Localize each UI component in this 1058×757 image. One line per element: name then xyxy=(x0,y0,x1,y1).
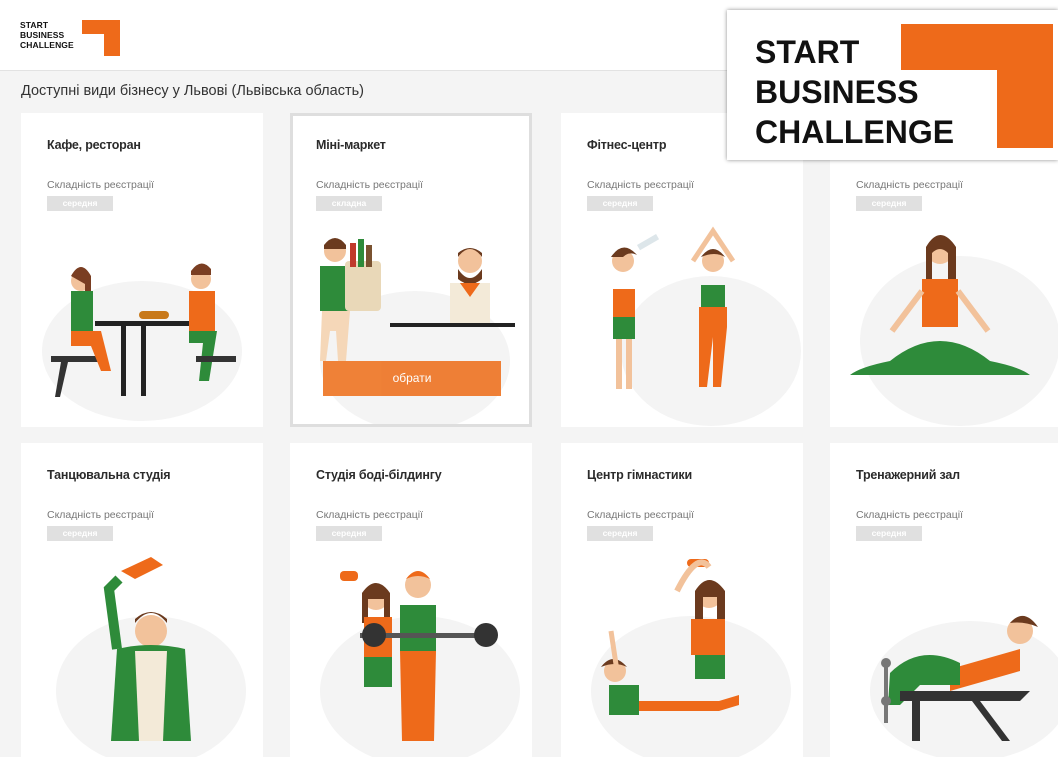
card-difficulty-label: Складність реєстрації xyxy=(316,509,424,521)
card-difficulty-label: Складність реєстрації xyxy=(587,179,695,191)
card-difficulty-label: Складність реєстрації xyxy=(587,509,695,521)
difficulty-badge: середня xyxy=(47,526,113,541)
card-title: Центр гімнастики xyxy=(587,468,692,482)
card-difficulty-label: Складність реєстрації xyxy=(856,179,964,191)
card-title: Студія боді-білдингу xyxy=(316,468,442,482)
overlay-logo: START BUSINESS CHALLENGE xyxy=(727,10,1058,160)
difficulty-badge: середня xyxy=(47,196,113,211)
card-title: Міні-маркет xyxy=(316,138,386,152)
choose-button[interactable]: обрати xyxy=(323,361,501,396)
dancer-hat-icon xyxy=(56,557,246,757)
page-title: Доступні види бізнесу у Львові (Львівськ… xyxy=(21,83,364,99)
card-title: Тренажерний зал xyxy=(856,468,960,482)
business-card-gymnastics[interactable]: Центр гімнастики Складність реєстрації с… xyxy=(561,443,803,757)
card-difficulty-label: Складність реєстрації xyxy=(856,509,964,521)
business-card-gym[interactable]: Тренажерний зал Складність реєстрації се… xyxy=(830,443,1058,757)
yoga-woman-icon xyxy=(850,235,1058,426)
bench-workout-icon xyxy=(870,615,1058,757)
difficulty-badge: середня xyxy=(856,526,922,541)
cafe-couple-icon xyxy=(42,263,242,421)
difficulty-badge: середня xyxy=(587,196,653,211)
logo-mark-icon xyxy=(82,20,120,56)
difficulty-badge: середня xyxy=(856,196,922,211)
business-card-dance[interactable]: Танцювальна студія Складність реєстрації… xyxy=(21,443,263,757)
card-difficulty-label: Складність реєстрації xyxy=(47,179,155,191)
card-title: Танцювальна студія xyxy=(47,468,171,482)
difficulty-badge: середня xyxy=(587,526,653,541)
site-logo[interactable]: START BUSINESS CHALLENGE xyxy=(20,20,120,56)
card-title: Кафе, ресторан xyxy=(47,138,141,152)
business-card-fitness[interactable]: Фітнес-центр Складність реєстрації серед… xyxy=(561,113,803,427)
card-title: Фітнес-центр xyxy=(587,138,667,152)
card-difficulty-label: Складність реєстрації xyxy=(47,509,155,521)
card-difficulty-label: Складність реєстрації xyxy=(316,179,424,191)
business-card-minimarket[interactable]: Міні-маркет Складність реєстрації складн… xyxy=(290,113,532,427)
logo-mark-icon xyxy=(901,24,1053,148)
business-card-yoga[interactable]: Складність реєстрації середня xyxy=(830,113,1058,427)
difficulty-badge: середня xyxy=(316,526,382,541)
logo-text: START BUSINESS CHALLENGE xyxy=(20,20,74,50)
difficulty-badge: складна xyxy=(316,196,382,211)
fitness-women-icon xyxy=(611,226,801,426)
bodybuilders-icon xyxy=(320,571,520,757)
gymnasts-icon xyxy=(591,559,791,757)
business-card-cafe[interactable]: Кафе, ресторан Складність реєстрації сер… xyxy=(21,113,263,427)
business-card-bodybuilding[interactable]: Студія боді-білдингу Складність реєстрац… xyxy=(290,443,532,757)
shop-cashier-icon xyxy=(320,238,515,424)
